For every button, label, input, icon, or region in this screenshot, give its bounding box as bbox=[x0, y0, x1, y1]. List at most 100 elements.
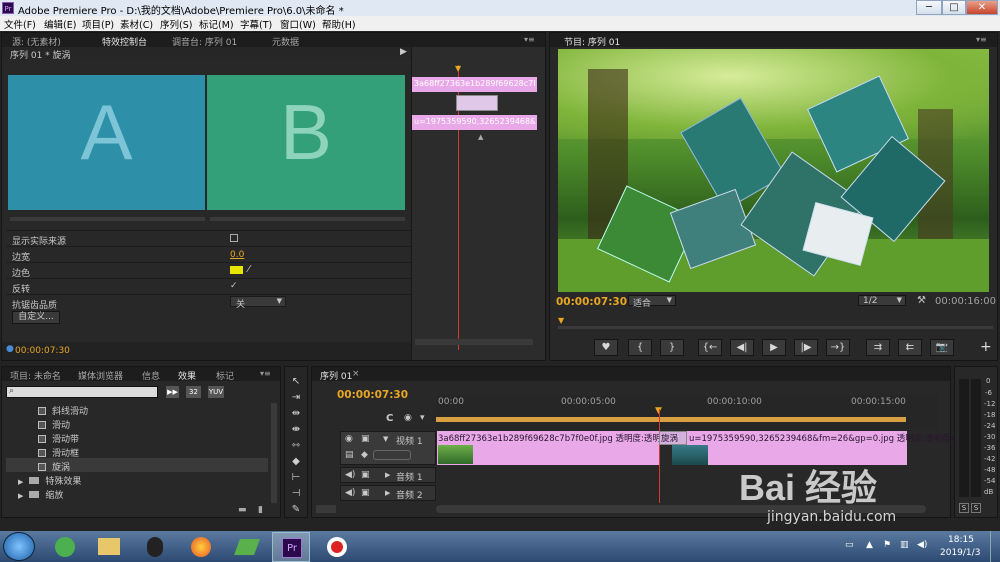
volume-icon[interactable]: ◀) bbox=[917, 540, 927, 550]
rate-stretch-tool-icon[interactable]: ⇿ bbox=[289, 439, 303, 453]
mark-out-button[interactable]: } bbox=[660, 339, 684, 356]
play-button[interactable]: ▶ bbox=[762, 339, 786, 356]
playhead-icon[interactable]: ▼ bbox=[455, 64, 461, 73]
expand-arrow-icon[interactable]: ▶ bbox=[18, 492, 23, 500]
start-button[interactable] bbox=[3, 532, 35, 561]
lift-button[interactable]: ⇉ bbox=[866, 339, 890, 356]
custom-button[interactable]: 自定义... bbox=[12, 311, 60, 324]
trash-icon[interactable]: ▮ bbox=[258, 505, 263, 515]
snap-icon[interactable]: C bbox=[386, 413, 393, 424]
eyedropper-icon[interactable]: ⁄ bbox=[248, 264, 250, 275]
play-arrow-icon[interactable]: ▶ bbox=[400, 47, 407, 57]
tab-effects[interactable]: 效果 bbox=[178, 369, 196, 382]
effect-item[interactable]: 滑动 bbox=[38, 418, 70, 431]
timeline-timecode[interactable]: 00:00:07:30 bbox=[337, 389, 408, 401]
taskbar-qq-icon[interactable] bbox=[136, 532, 174, 562]
zoom-out-slider[interactable] bbox=[316, 505, 336, 513]
expand-arrow-icon[interactable]: ▼ bbox=[383, 435, 388, 443]
solo-right-button[interactable]: S bbox=[971, 503, 981, 513]
slide-tool-icon[interactable]: ⊣ bbox=[289, 487, 303, 501]
menu-marker[interactable]: 标记(M) bbox=[199, 17, 234, 31]
keyboard-icon[interactable]: ▭ bbox=[845, 540, 854, 550]
rolling-edit-tool-icon[interactable]: ⇼ bbox=[289, 423, 303, 437]
taskbar-premiere-icon[interactable]: Pr bbox=[272, 532, 310, 562]
selection-tool-icon[interactable]: ↖ bbox=[289, 375, 303, 389]
swirl-transition[interactable]: 旋涡 bbox=[659, 431, 687, 445]
taskbar-explorer-icon[interactable] bbox=[90, 532, 128, 562]
tab-sequence[interactable]: 序列 01 bbox=[320, 369, 352, 382]
effect-item[interactable]: 滑动带 bbox=[38, 432, 79, 445]
effects-search-input[interactable]: ⌕ bbox=[6, 386, 158, 398]
mini-scrollbar[interactable] bbox=[415, 339, 533, 345]
clock-date[interactable]: 2019/1/3 bbox=[940, 548, 980, 558]
fit-select[interactable]: 适合 ▼ bbox=[628, 295, 676, 309]
menu-clip[interactable]: 素材(C) bbox=[120, 17, 153, 31]
step-back-button[interactable]: ◀| bbox=[730, 339, 754, 356]
action-center-icon[interactable]: ⚑ bbox=[883, 540, 891, 550]
menu-project[interactable]: 项目(P) bbox=[82, 17, 114, 31]
border-color-swatch[interactable] bbox=[230, 266, 243, 274]
program-menu-icon[interactable]: ▾≡ bbox=[976, 35, 987, 44]
step-forward-button[interactable]: |▶ bbox=[794, 339, 818, 356]
maximize-button[interactable]: □ bbox=[942, 0, 966, 15]
track-select-tool-icon[interactable]: ⇥ bbox=[289, 391, 303, 405]
close-button[interactable]: ✕ bbox=[966, 0, 998, 15]
export-frame-button[interactable]: 📷 bbox=[930, 339, 954, 356]
speaker-icon[interactable]: ◀) bbox=[345, 470, 355, 480]
extract-button[interactable]: ⇇ bbox=[898, 339, 922, 356]
menu-file[interactable]: 文件(F) bbox=[4, 17, 36, 31]
show-desktop-button[interactable] bbox=[990, 531, 1000, 562]
marker-toggle-icon[interactable]: ◉ bbox=[404, 413, 412, 423]
add-button-icon[interactable]: + bbox=[980, 339, 992, 355]
program-scrubber[interactable]: ▼ bbox=[558, 316, 993, 329]
menu-sequence[interactable]: 序列(S) bbox=[160, 17, 192, 31]
effect-folder[interactable]: ▶ 特殊效果 bbox=[18, 474, 81, 487]
mini-transition[interactable] bbox=[456, 95, 498, 111]
show-actual-sources-checkbox[interactable] bbox=[230, 234, 238, 242]
reverse-checkbox[interactable]: ✓ bbox=[230, 281, 238, 291]
clock-time[interactable]: 18:15 bbox=[948, 535, 974, 545]
tab-media-browser[interactable]: 媒体浏览器 bbox=[78, 369, 123, 382]
lock-icon[interactable]: ▣ bbox=[361, 470, 370, 480]
border-width-value[interactable]: 0.0 bbox=[230, 250, 244, 260]
effect-folder[interactable]: ▶ 缩放 bbox=[18, 488, 63, 501]
mark-in-button[interactable]: { bbox=[628, 339, 652, 356]
pen-tool-icon[interactable]: ✎ bbox=[289, 503, 303, 517]
network-icon[interactable]: ▥ bbox=[900, 540, 909, 550]
menu-help[interactable]: 帮助(H) bbox=[322, 17, 356, 31]
taskbar-360-icon[interactable] bbox=[46, 532, 84, 562]
razor-tool-icon[interactable]: ◆ bbox=[289, 455, 303, 469]
time-ruler[interactable]: 00:00 00:00:05:00 00:00:10:00 00:00:15:0… bbox=[436, 395, 938, 429]
taskbar-firefox-icon[interactable] bbox=[182, 532, 220, 562]
expand-arrow-icon[interactable]: ▶ bbox=[385, 471, 390, 479]
effect-item-selected[interactable]: 旋涡 bbox=[6, 458, 268, 473]
yuv-effects-icon[interactable]: YUV bbox=[208, 386, 224, 398]
menu-title[interactable]: 字幕(T) bbox=[240, 17, 272, 31]
add-marker-button[interactable]: ♥ bbox=[594, 339, 618, 356]
work-area-bar[interactable] bbox=[436, 417, 906, 422]
effect-item[interactable]: 斜线滑动 bbox=[38, 404, 88, 417]
tab-markers[interactable]: 标记 bbox=[216, 369, 234, 382]
expand-arrow-icon[interactable]: ▶ bbox=[385, 489, 390, 497]
accelerated-effects-icon[interactable]: ▶▶ bbox=[166, 386, 179, 398]
program-timecode[interactable]: 00:00:07:30 bbox=[556, 296, 627, 308]
solo-left-button[interactable]: S bbox=[959, 503, 969, 513]
resolution-select[interactable]: 1/2 ▼ bbox=[858, 295, 906, 306]
slip-tool-icon[interactable]: ⊢ bbox=[289, 471, 303, 485]
keyframe-icon[interactable]: ◆ bbox=[361, 450, 368, 460]
lock-icon[interactable]: ▣ bbox=[361, 488, 370, 498]
end-slider[interactable] bbox=[210, 217, 405, 221]
keyframe-nav[interactable] bbox=[373, 450, 411, 460]
playhead-icon[interactable]: ▼ bbox=[558, 316, 564, 325]
go-to-in-button[interactable]: {← bbox=[698, 339, 722, 356]
taskbar-camtasia-icon[interactable] bbox=[228, 532, 266, 562]
panel-menu-icon[interactable]: ▾≡ bbox=[524, 35, 535, 44]
menu-window[interactable]: 窗口(W) bbox=[280, 17, 316, 31]
start-slider[interactable] bbox=[10, 217, 205, 221]
video-clip-1[interactable]: 3a68ff27363e1b289f69628c7b7f0e0f.jpg 透明度… bbox=[437, 431, 674, 465]
eye-icon[interactable]: ◉ bbox=[345, 434, 353, 444]
speaker-icon[interactable]: ◀) bbox=[345, 488, 355, 498]
display-style-icon[interactable]: ▤ bbox=[345, 450, 354, 460]
tab-info[interactable]: 信息 bbox=[142, 369, 160, 382]
effect-timecode[interactable]: 00:00:07:30 bbox=[15, 346, 70, 356]
